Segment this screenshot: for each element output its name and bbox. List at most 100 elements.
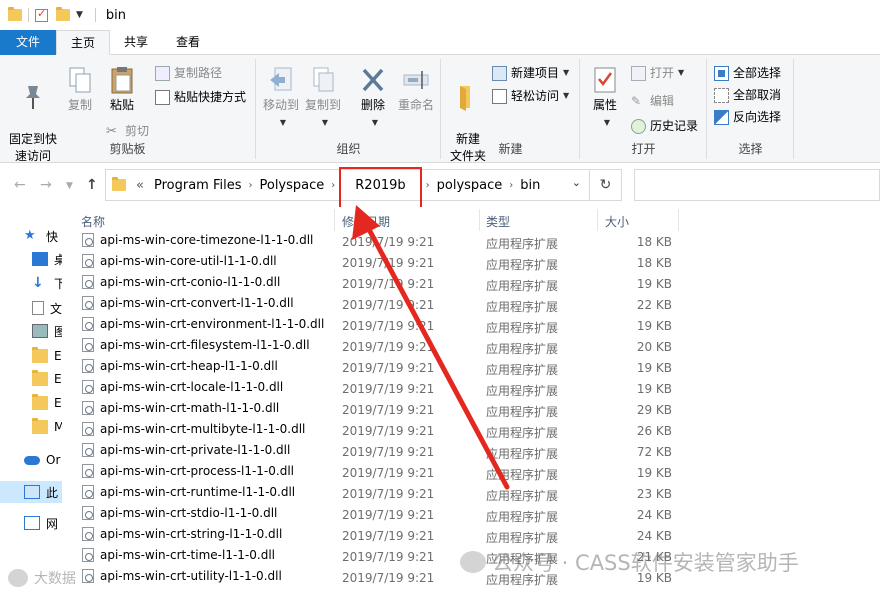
select-all-button[interactable]: 全部选择	[714, 63, 781, 83]
file-row[interactable]: api-ms-win-core-util-l1-1-0.dll 2019/7/19…	[64, 252, 880, 273]
tab-home[interactable]: 主页	[56, 30, 111, 55]
nav-item-folder-e2[interactable]: E	[32, 369, 62, 389]
breadcrumb-separator-icon[interactable]: ›	[331, 180, 335, 191]
file-row[interactable]: api-ms-win-crt-filesystem-l1-1-0.dll 2019…	[64, 336, 880, 357]
recent-dropdown-icon[interactable]: ▼	[66, 181, 73, 191]
tab-share[interactable]: 共享	[110, 30, 162, 55]
refresh-icon[interactable]: ↻	[590, 169, 622, 201]
tab-file[interactable]: 文件	[0, 30, 57, 55]
file-name-cell[interactable]: api-ms-win-core-util-l1-1-0.dll	[82, 254, 277, 268]
file-name-cell[interactable]: api-ms-win-crt-string-l1-1-0.dll	[82, 527, 282, 541]
file-name-cell[interactable]: api-ms-win-crt-filesystem-l1-1-0.dll	[82, 338, 310, 352]
file-row[interactable]: api-ms-win-crt-multibyte-l1-1-0.dll 2019/…	[64, 420, 880, 441]
move-to-button[interactable]: 移动到 ▼	[261, 61, 301, 131]
column-header-size[interactable]: 大小	[605, 213, 629, 230]
file-size: 26 KB	[636, 424, 672, 438]
easy-access-button[interactable]: 轻松访问 ▼	[492, 86, 569, 106]
up-arrow-icon[interactable]: ↑	[86, 177, 98, 193]
overflow-chevron-icon[interactable]: «	[136, 178, 144, 193]
file-name-cell[interactable]: api-ms-win-crt-utility-l1-1-0.dll	[82, 569, 282, 583]
file-name-cell[interactable]: api-ms-win-crt-multibyte-l1-1-0.dll	[82, 422, 305, 436]
file-name-cell[interactable]: api-ms-win-crt-process-l1-1-0.dll	[82, 464, 294, 478]
tab-view[interactable]: 查看	[162, 30, 214, 55]
new-folder-quick-icon[interactable]	[56, 7, 70, 21]
nav-item-downloads[interactable]: ↓ 下	[32, 273, 62, 293]
nav-item-folder-e3[interactable]: E	[32, 393, 62, 413]
file-size: 22 KB	[636, 298, 672, 312]
invert-selection-button[interactable]: 反向选择	[714, 107, 781, 127]
invert-selection-icon	[714, 109, 729, 125]
properties-button[interactable]: 属性 ▼	[585, 61, 625, 131]
column-divider[interactable]	[597, 209, 598, 231]
nav-item-network[interactable]: 网	[24, 513, 58, 533]
file-row[interactable]: api-ms-win-crt-stdio-l1-1-0.dll 2019/7/19…	[64, 504, 880, 525]
nav-item-folder-m[interactable]: M	[32, 417, 62, 437]
search-input[interactable]	[634, 169, 880, 201]
edit-button[interactable]: ✎ 编辑	[631, 91, 674, 111]
file-name-cell[interactable]: api-ms-win-crt-heap-l1-1-0.dll	[82, 359, 278, 373]
column-header-name[interactable]: 名称	[81, 213, 105, 230]
breadcrumb-program-files[interactable]: Program Files	[154, 178, 242, 193]
file-name-cell[interactable]: api-ms-win-crt-locale-l1-1-0.dll	[82, 380, 283, 394]
delete-button[interactable]: 删除 ▼	[353, 61, 393, 131]
nav-item-quick-access[interactable]: ★ 快	[24, 226, 58, 246]
nav-item-onedrive[interactable]: Or	[24, 450, 60, 470]
file-name-cell[interactable]: api-ms-win-crt-time-l1-1-0.dll	[82, 548, 275, 562]
breadcrumb-separator-icon[interactable]: ›	[248, 180, 252, 191]
nav-item-desktop[interactable]: 桌	[32, 249, 62, 269]
breadcrumb-polyspace-sub[interactable]: polyspace	[437, 178, 503, 193]
file-name-cell[interactable]: api-ms-win-crt-conio-l1-1-0.dll	[82, 275, 280, 289]
breadcrumb-bin[interactable]: bin	[520, 178, 540, 193]
new-item-button[interactable]: 新建项目 ▼	[492, 63, 569, 83]
copy-path-button[interactable]: 复制路径	[155, 63, 222, 83]
select-none-button[interactable]: 全部取消	[714, 85, 781, 105]
file-name-cell[interactable]: api-ms-win-crt-math-l1-1-0.dll	[82, 401, 279, 415]
breadcrumb-r2019b-highlight[interactable]: R2019b	[339, 167, 422, 209]
file-row[interactable]: api-ms-win-crt-locale-l1-1-0.dll 2019/7/1…	[64, 378, 880, 399]
file-row[interactable]: api-ms-win-crt-environment-l1-1-0.dll 201…	[64, 315, 880, 336]
file-name-cell[interactable]: api-ms-win-crt-private-l1-1-0.dll	[82, 443, 290, 457]
file-row[interactable]: api-ms-win-crt-runtime-l1-1-0.dll 2019/7/…	[64, 483, 880, 504]
copy-to-button[interactable]: 复制到 ▼	[303, 61, 343, 131]
nav-item-folder-e1[interactable]: E	[32, 346, 62, 366]
address-bar[interactable]: « Program Files › Polyspace › R2019b › p…	[105, 167, 590, 209]
quick-access-dropdown-icon[interactable]: ▼	[76, 10, 83, 20]
column-header-type[interactable]: 类型	[486, 213, 510, 230]
file-name-cell[interactable]: api-ms-win-crt-convert-l1-1-0.dll	[82, 296, 294, 310]
column-divider[interactable]	[479, 209, 480, 231]
column-divider[interactable]	[334, 209, 335, 231]
file-row[interactable]: api-ms-win-crt-process-l1-1-0.dll 2019/7/…	[64, 462, 880, 483]
file-name-cell[interactable]: api-ms-win-crt-runtime-l1-1-0.dll	[82, 485, 295, 499]
file-name-cell[interactable]: api-ms-win-crt-stdio-l1-1-0.dll	[82, 506, 277, 520]
file-row[interactable]: api-ms-win-crt-conio-l1-1-0.dll 2019/7/19…	[64, 273, 880, 294]
forward-arrow-icon[interactable]: →	[40, 177, 52, 193]
file-row[interactable]: api-ms-win-crt-string-l1-1-0.dll 2019/7/1…	[64, 525, 880, 546]
file-row[interactable]: api-ms-win-crt-convert-l1-1-0.dll 2019/7/…	[64, 294, 880, 315]
open-button[interactable]: 打开 ▼	[631, 63, 684, 83]
file-name-cell[interactable]: api-ms-win-crt-environment-l1-1-0.dll	[82, 317, 324, 331]
back-arrow-icon[interactable]: ←	[14, 177, 26, 193]
column-divider[interactable]	[678, 209, 679, 231]
nav-item-this-pc[interactable]: 此	[24, 482, 58, 502]
file-row[interactable]: api-ms-win-crt-heap-l1-1-0.dll 2019/7/19 …	[64, 357, 880, 378]
history-label: 历史记录	[650, 119, 699, 133]
paste-shortcut-button[interactable]: 粘贴快捷方式	[155, 87, 246, 107]
breadcrumb-separator-icon[interactable]: ›	[426, 180, 430, 191]
cut-button[interactable]: ✂ 剪切	[106, 121, 149, 141]
file-name-cell[interactable]: api-ms-win-core-timezone-l1-1-0.dll	[82, 233, 313, 247]
file-row[interactable]: api-ms-win-crt-math-l1-1-0.dll 2019/7/19 …	[64, 399, 880, 420]
nav-item-pictures[interactable]: 图	[32, 321, 62, 341]
file-size: 19 KB	[636, 277, 672, 291]
copy-button[interactable]: 复制	[62, 61, 98, 114]
address-dropdown-icon[interactable]: ⌄	[572, 176, 581, 189]
file-row[interactable]: api-ms-win-core-timezone-l1-1-0.dll 2019/…	[64, 231, 880, 252]
breadcrumb-polyspace[interactable]: Polyspace	[259, 178, 324, 193]
paste-button[interactable]: 粘贴	[102, 61, 142, 114]
breadcrumb-separator-icon[interactable]: ›	[509, 180, 513, 191]
file-row[interactable]: api-ms-win-crt-private-l1-1-0.dll 2019/7/…	[64, 441, 880, 462]
properties-quick-icon[interactable]	[35, 7, 48, 22]
column-header-date[interactable]: 修改日期	[342, 213, 390, 230]
nav-item-documents[interactable]: 文	[32, 298, 62, 318]
rename-button[interactable]: 重命名	[393, 61, 439, 114]
history-button[interactable]: 历史记录	[631, 116, 698, 136]
